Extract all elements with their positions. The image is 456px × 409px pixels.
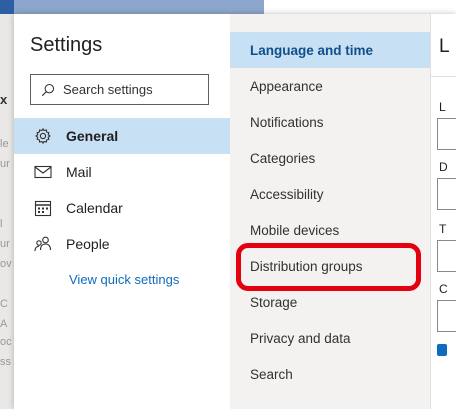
nav-item-mail[interactable]: Mail [14,154,230,190]
search-icon [41,83,55,96]
nav-item-calendar[interactable]: Calendar [14,190,230,226]
category-distribution-groups[interactable]: Distribution groups [230,248,430,284]
divider [431,76,456,77]
people-icon [34,235,52,253]
nav-item-general[interactable]: General [14,118,230,154]
category-mobile-devices[interactable]: Mobile devices [230,212,430,248]
content-pane: L L D T C [430,14,456,409]
settings-left-nav: Settings General [14,14,230,409]
field-dropdown[interactable] [437,240,456,272]
category-storage[interactable]: Storage [230,284,430,320]
checkbox[interactable] [437,344,447,356]
background-text: ur [0,238,10,250]
search-input[interactable] [63,82,193,97]
background-text: oc [0,336,12,348]
category-notifications[interactable]: Notifications [230,104,430,140]
nav-item-label: Mail [66,164,92,180]
category-appearance[interactable]: Appearance [230,68,430,104]
nav-item-label: General [66,128,119,144]
category-list: Language and time Appearance Notificatio… [230,14,430,409]
mail-icon [34,163,52,181]
background-text: ss [0,356,11,368]
field-dropdown[interactable] [437,178,456,210]
category-categories[interactable]: Categories [230,140,430,176]
category-search[interactable]: Search [230,356,430,392]
category-accessibility[interactable]: Accessibility [230,176,430,212]
background-text: l [0,218,3,230]
field-dropdown[interactable] [437,300,456,332]
search-box[interactable] [30,74,209,105]
background-text: le [0,138,9,150]
category-language-and-time[interactable]: Language and time [230,32,430,68]
nav-item-label: People [66,236,110,252]
field-label: T [439,222,447,236]
background-text: x [0,92,8,107]
content-pane-title: L [439,36,450,57]
field-label: L [439,100,446,114]
background-text: A [0,318,8,330]
category-privacy-and-data[interactable]: Privacy and data [230,320,430,356]
field-dropdown[interactable] [437,118,456,150]
field-label: C [439,282,448,296]
background-app: x le ur l ur ov C A oc ss [0,0,14,409]
field-label: D [439,160,448,174]
background-text: ov [0,258,12,270]
settings-dialog: Settings General [14,14,456,409]
gear-icon [34,127,52,145]
background-text: ur [0,158,10,170]
background-header-bar [0,0,14,14]
overlay-top-band [14,0,264,14]
settings-title: Settings [30,34,103,56]
calendar-icon [34,199,52,217]
background-text: C [0,298,8,310]
view-quick-settings-link[interactable]: View quick settings [69,272,179,287]
nav-item-label: Calendar [66,200,123,216]
nav-item-people[interactable]: People [14,226,230,262]
